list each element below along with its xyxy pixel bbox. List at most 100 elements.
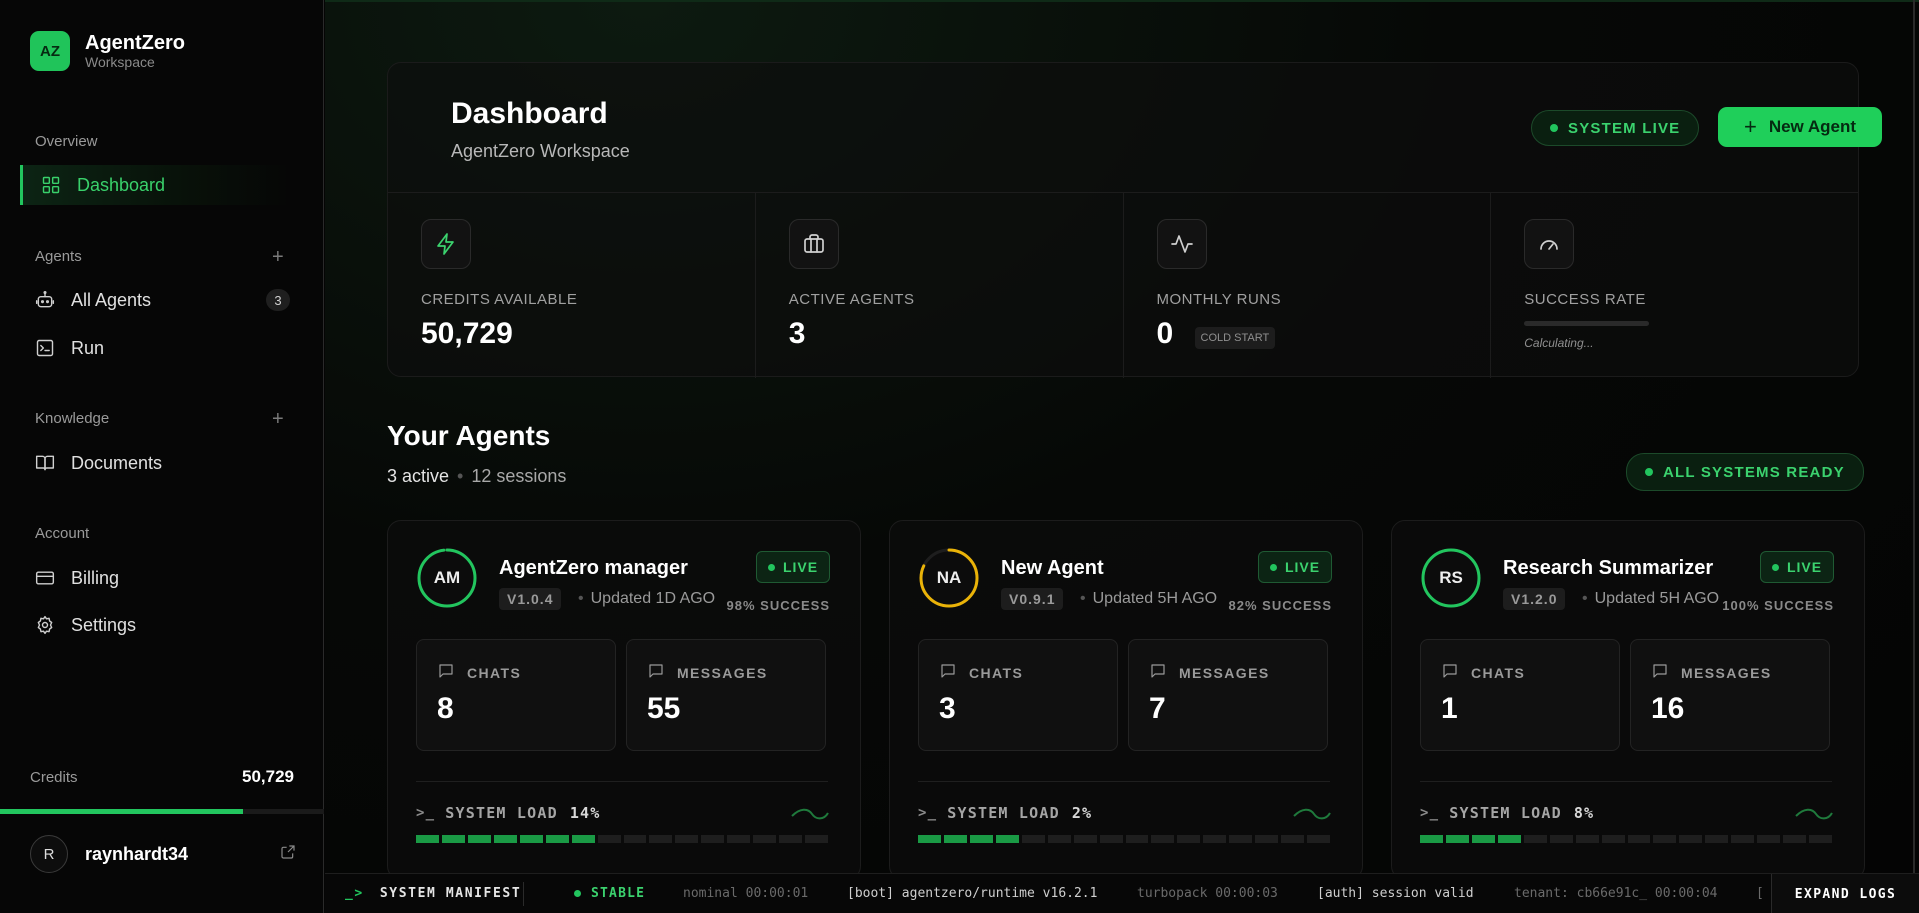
credit-card-icon: [35, 571, 55, 585]
agent-updated: • Updated 1D AGO: [578, 590, 716, 607]
scrollbar[interactable]: [1913, 0, 1915, 913]
agent-name[interactable]: New Agent: [1001, 557, 1104, 580]
sidebar-item-billing[interactable]: Billing: [20, 558, 292, 598]
system-load: >_ SYSTEM LOAD 8%: [1420, 804, 1595, 822]
stat-value: 50,729: [421, 317, 513, 350]
messages-value: 16: [1651, 692, 1685, 725]
chats-value: 8: [437, 692, 454, 725]
log-entry: [boot] agentzero/runtime v16.2.1: [847, 886, 1098, 901]
new-agent-label: New Agent: [1768, 117, 1857, 136]
system-load-bar: [1420, 835, 1832, 843]
agent-card[interactable]: AM AgentZero manager V1.0.4 • Updated 1D AGO…: [387, 520, 861, 880]
sidebar-item-all-agents[interactable]: All Agents 3: [20, 280, 292, 320]
load-segment: [441, 835, 465, 843]
new-agent-button[interactable]: + New Agent: [1718, 107, 1882, 147]
brand[interactable]: AZ AgentZero Workspace: [30, 31, 185, 71]
load-segment: [519, 835, 543, 843]
load-segment: [943, 835, 967, 843]
sidebar-item-documents[interactable]: Documents: [20, 443, 292, 483]
all-systems-ready-label: ALL SYSTEMS READY: [1663, 463, 1845, 481]
load-segment: [1549, 835, 1573, 843]
system-load: >_ SYSTEM LOAD 2%: [918, 804, 1093, 822]
sparkline-icon: [791, 808, 829, 820]
load-segment: [1575, 835, 1599, 843]
load-segment: [918, 835, 941, 843]
sidebar-item-label: Billing: [71, 567, 120, 588]
cold-start-badge: COLD START: [1194, 327, 1276, 349]
load-segment: [571, 835, 595, 843]
credits-progress-fill: [0, 809, 243, 814]
sidebar-item-settings[interactable]: Settings: [20, 605, 292, 645]
external-link-icon[interactable]: [280, 844, 296, 865]
agent-updated: • Updated 5H AGO: [1582, 590, 1720, 607]
sidebar-item-label: Settings: [71, 614, 137, 635]
manifest-label: SYSTEM MANIFEST: [379, 886, 522, 901]
agent-count-badge: 3: [266, 289, 290, 311]
live-badge: LIVE: [1760, 551, 1834, 583]
chats-value: 1: [1441, 692, 1458, 725]
agent-card[interactable]: RS Research Summarizer V1.2.0 • Updated 5H A…: [1391, 520, 1865, 880]
load-segment: [623, 835, 647, 843]
load-segment: [969, 835, 993, 843]
brand-logo: AZ: [30, 31, 70, 71]
load-segment: [1073, 835, 1097, 843]
sidebar: AZ AgentZero Workspace Overview Dashboar…: [0, 0, 324, 913]
stat-label: MONTHLY RUNS: [1156, 291, 1282, 308]
terminal-prompt-icon: >_: [416, 805, 436, 821]
username: raynhardt34: [85, 843, 189, 864]
log-entry: [auth] session valid: [1317, 886, 1474, 901]
agent-initials: AM: [433, 568, 461, 587]
stable-label: STABLE: [591, 886, 646, 901]
load-segment: [1783, 835, 1807, 843]
dashboard-header-card: Dashboard AgentZero Workspace SYSTEM LIV…: [387, 62, 1882, 378]
sidebar-credits: Credits 50,729: [30, 767, 294, 787]
agent-card[interactable]: NA New Agent V0.9.1 • Updated 5H AGO LIVE 82% …: [889, 520, 1363, 880]
book-icon: [35, 455, 55, 471]
chats-label: CHATS: [939, 662, 1023, 683]
stat-label: CREDITS AVAILABLE: [421, 291, 578, 308]
page-title: Dashboard: [451, 97, 608, 130]
sidebar-item-label: Dashboard: [77, 174, 166, 195]
sidebar-item-run[interactable]: Run: [20, 328, 292, 368]
expand-logs-button[interactable]: EXPAND LOGS: [1771, 874, 1919, 913]
page-subtitle: AgentZero Workspace: [451, 141, 630, 161]
log-entry: nominal 00:00:01: [683, 886, 809, 901]
stat-credits: CREDITS AVAILABLE 50,729: [388, 193, 756, 378]
stat-monthly-runs: MONTHLY RUNS 0 COLD START: [1124, 193, 1492, 378]
all-systems-ready-badge: ALL SYSTEMS READY: [1626, 453, 1864, 491]
system-live-label: SYSTEM LIVE: [1568, 119, 1681, 137]
agent-initials: RS: [1439, 568, 1463, 587]
terminal-icon: [36, 339, 54, 357]
activity-icon: [1156, 219, 1207, 269]
agent-version-badge: V1.2.0: [1503, 588, 1566, 610]
load-segment: [1203, 835, 1227, 843]
chats-label: CHATS: [1441, 662, 1525, 683]
add-knowledge-plus-icon[interactable]: +: [272, 409, 284, 429]
chats-value: 3: [939, 692, 956, 725]
system-live-badge: SYSTEM LIVE: [1531, 110, 1700, 146]
load-segment: [727, 835, 751, 843]
load-segment: [753, 835, 777, 843]
sidebar-item-dashboard[interactable]: Dashboard: [20, 165, 292, 205]
load-segment: [1809, 835, 1832, 843]
load-segment: [416, 835, 439, 843]
load-segment: [1255, 835, 1279, 843]
load-segment: [1523, 835, 1547, 843]
agent-name[interactable]: AgentZero manager: [499, 557, 688, 580]
load-segment: [805, 835, 828, 843]
load-segment: [1281, 835, 1305, 843]
stat-label: SUCCESS RATE: [1524, 291, 1646, 308]
live-badge: LIVE: [756, 551, 830, 583]
add-agent-plus-icon[interactable]: +: [272, 247, 284, 267]
load-segment: [1705, 835, 1729, 843]
messages-value: 7: [1149, 692, 1166, 725]
brand-subtitle: Workspace: [85, 54, 155, 70]
agent-name[interactable]: Research Summarizer: [1503, 557, 1713, 580]
briefcase-icon: [788, 219, 839, 269]
user-profile[interactable]: R raynhardt34: [30, 835, 296, 873]
system-load-bar: [918, 835, 1330, 843]
messages-label: MESSAGES: [647, 662, 768, 683]
load-segment: [649, 835, 673, 843]
load-segment: [545, 835, 569, 843]
load-segment: [493, 835, 517, 843]
